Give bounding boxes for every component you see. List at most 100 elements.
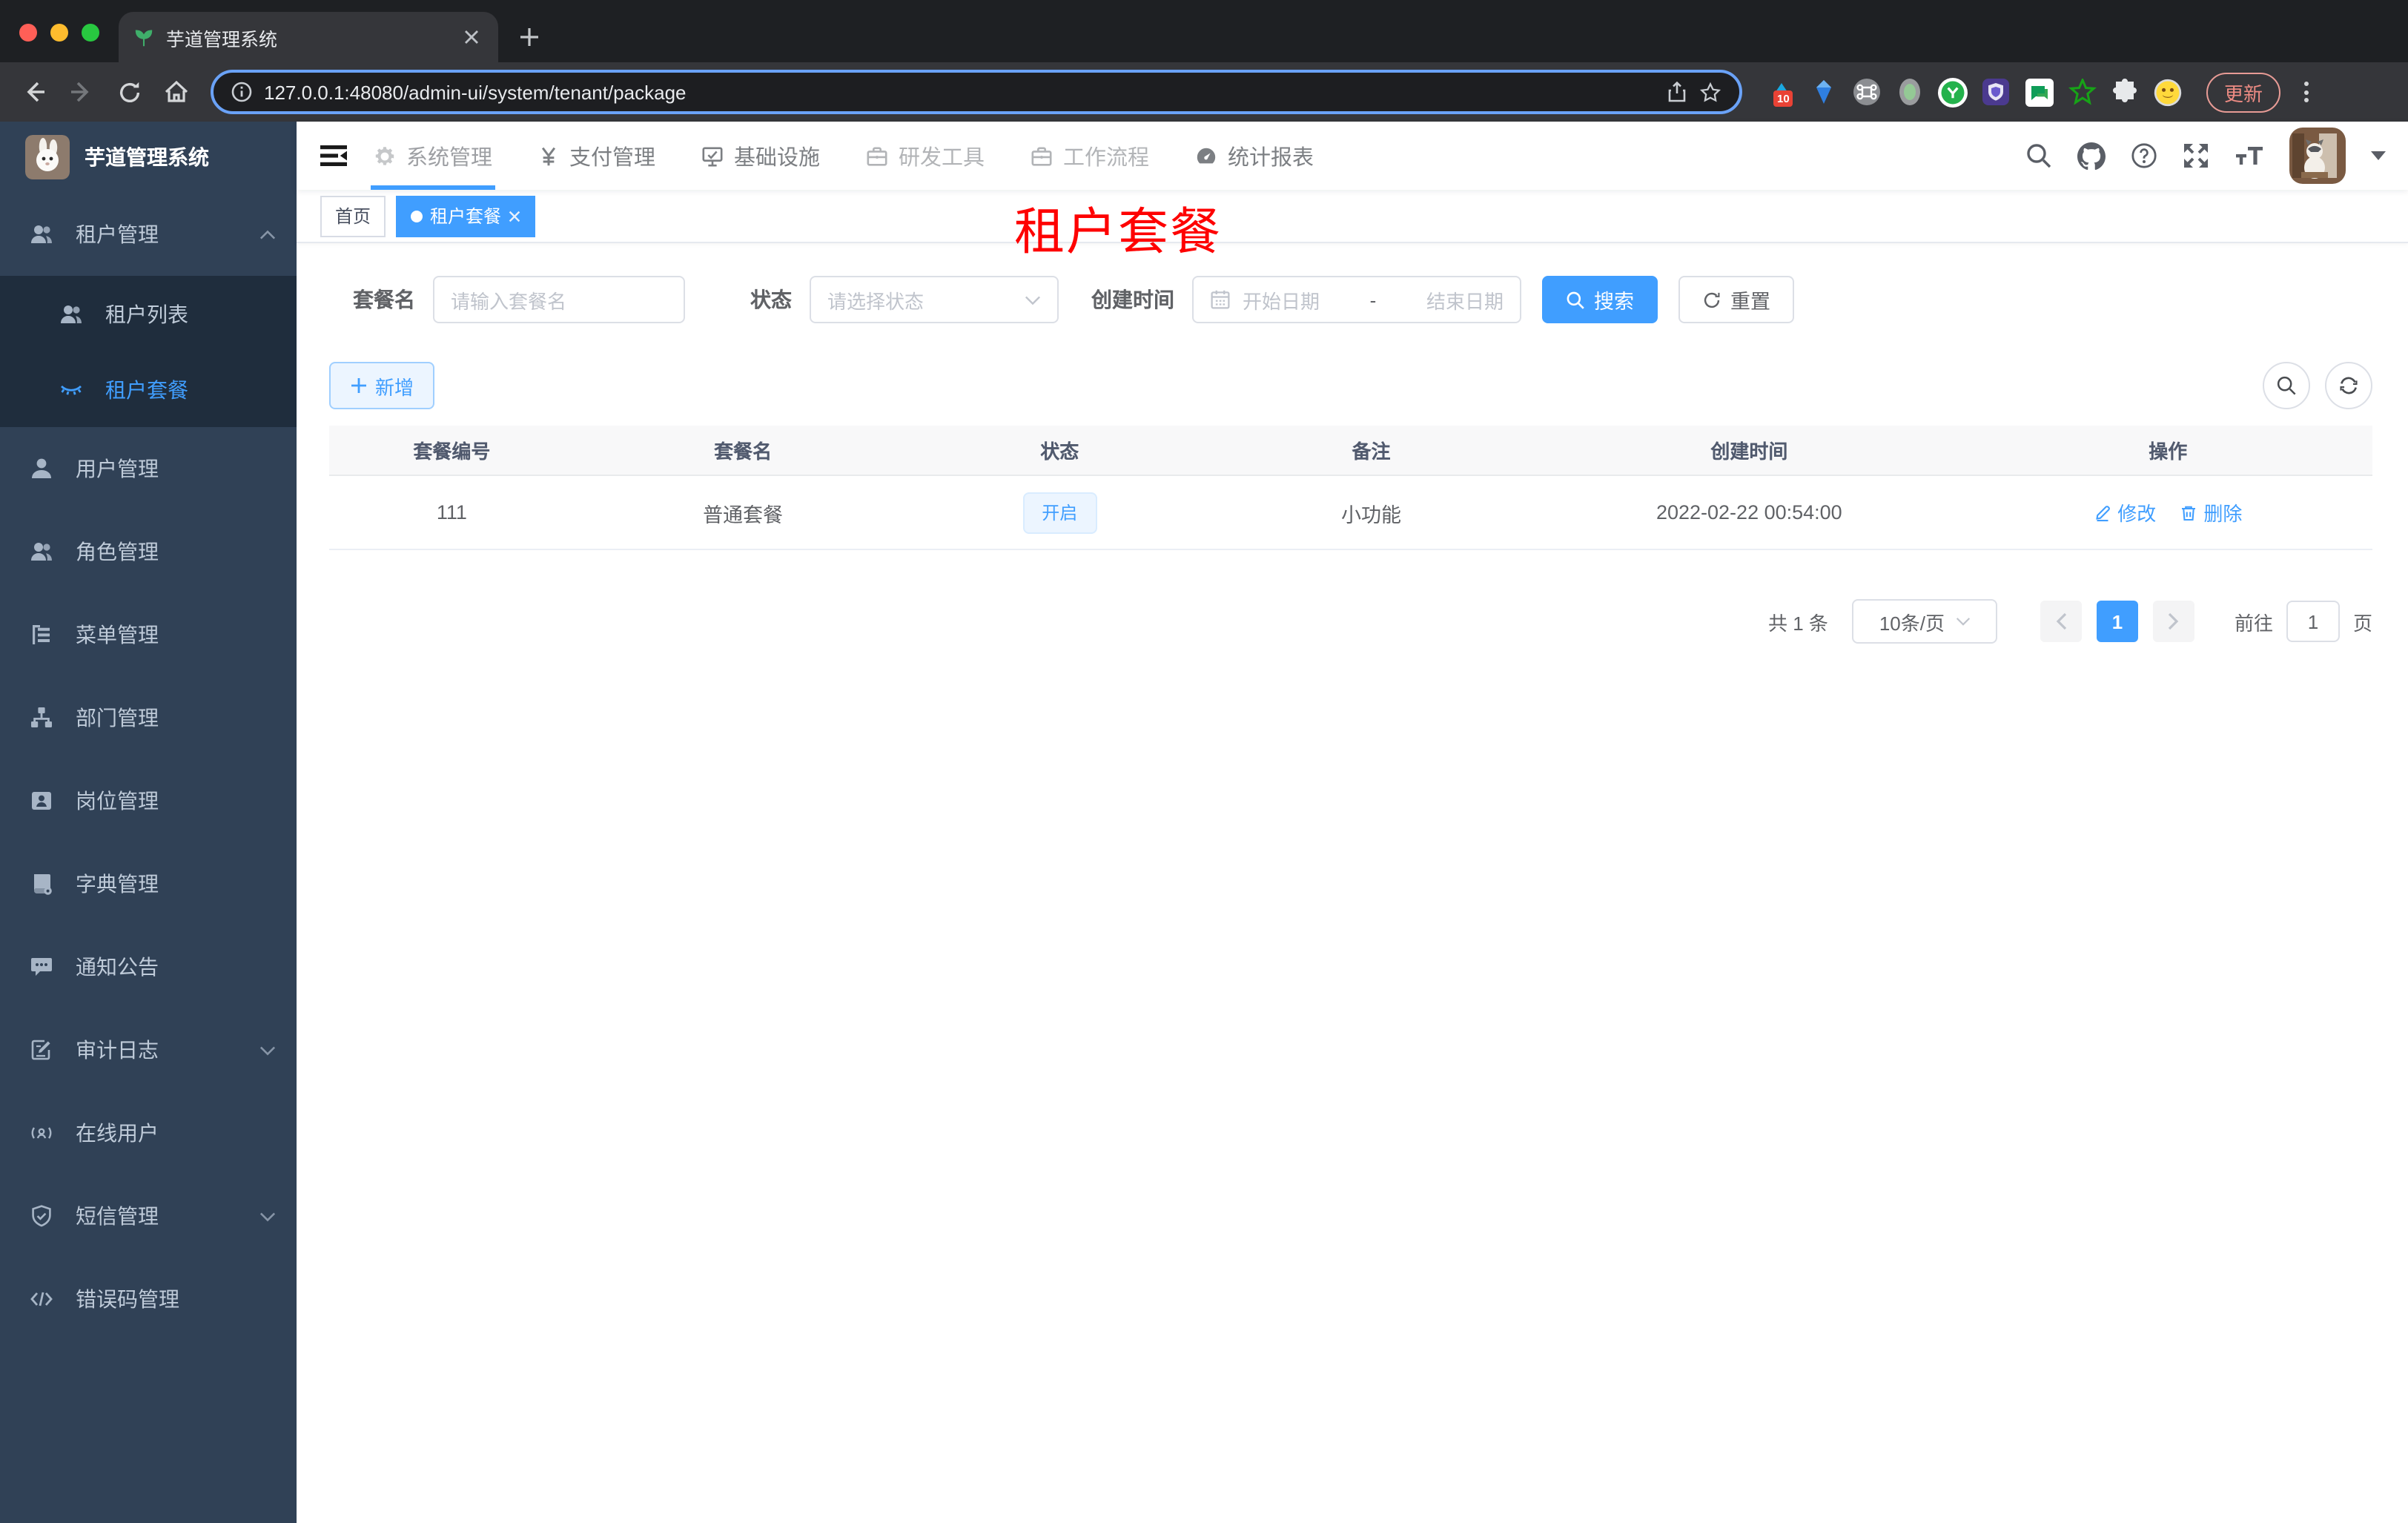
monitor-icon [701,145,724,167]
sidebar-item-post-management[interactable]: 岗位管理 [0,759,297,842]
sidebar-item-sms-management[interactable]: 短信管理 [0,1175,297,1258]
topnav-item-payment[interactable]: 支付管理 [535,122,658,190]
user-avatar[interactable] [2289,128,2346,184]
topnav-item-reports[interactable]: 统计报表 [1192,122,1317,190]
topnav-item-dev-tools[interactable]: 研发工具 [863,122,988,190]
close-window-button[interactable] [19,24,37,42]
topnav-item-infrastructure[interactable]: 基础设施 [698,122,823,190]
extension-puzzle-icon[interactable] [2110,77,2140,107]
url-bar[interactable]: 127.0.0.1:48080/admin-ui/system/tenant/p… [211,70,1742,114]
pagination-total: 共 1 条 [1768,612,1828,634]
chevron-down-icon [1955,617,1970,626]
extension-dot-icon[interactable] [1895,77,1925,107]
favicon-sprout-icon [133,27,154,47]
page-size-select[interactable]: 10条/页 [1851,599,1997,644]
sidebar-item-errorcode-management[interactable]: 错误码管理 [0,1258,297,1341]
prev-page-icon[interactable] [2040,601,2082,642]
forward-icon[interactable] [62,73,101,111]
date-end-placeholder: 结束日期 [1426,290,1504,312]
dict-icon [30,872,53,896]
table-toolbar: 新增 [329,362,2372,409]
extension-command-icon[interactable] [1852,77,1882,107]
sidebar-item-tenant-package[interactable]: 租户套餐 [0,351,297,427]
sidebar-submenu-tenant: 租户列表 租户套餐 [0,276,297,427]
page-info-icon[interactable] [231,82,252,102]
hamburger-icon[interactable] [317,139,350,172]
chevron-down-icon [1025,294,1041,305]
reload-icon[interactable] [110,73,148,111]
cell-actions: 修改 删除 [1964,498,2372,526]
extension-diamond-icon[interactable]: 10 [1766,77,1796,107]
search-button[interactable]: 搜索 [1542,276,1658,323]
browser-tab[interactable]: 芋道管理系统 [119,12,498,62]
sidebar-item-tenant-list[interactable]: 租户列表 [0,276,297,351]
zoom-window-button[interactable] [82,24,99,42]
minimize-window-button[interactable] [50,24,68,42]
extension-shield-icon[interactable] [1981,77,2011,107]
plus-icon [351,378,366,393]
extension-y-icon[interactable] [1938,77,1968,107]
peoples-icon [30,540,53,564]
date-range-picker[interactable]: 开始日期 - 结束日期 [1192,276,1521,323]
topnav-item-system[interactable]: 系统管理 [371,122,495,190]
bookmark-star-icon[interactable] [1699,81,1721,103]
extension-smiley-icon[interactable] [2153,77,2183,107]
extension-badge: 10 [1773,90,1793,107]
extension-gem-icon[interactable] [1809,77,1839,107]
sidebar-item-user-management[interactable]: 用户管理 [0,427,297,510]
dashboard-icon [1195,145,1217,167]
tag-close-icon[interactable] [509,210,520,222]
add-button[interactable]: 新增 [329,362,435,409]
refresh-table-icon[interactable] [2325,362,2372,409]
sidebar-item-dict-management[interactable]: 字典管理 [0,842,297,925]
chevron-down-icon [259,1211,276,1221]
extension-chat-icon[interactable] [2024,77,2054,107]
sidebar-item-role-management[interactable]: 角色管理 [0,510,297,593]
sidebar-item-tenant-management[interactable]: 租户管理 [0,193,297,276]
gear-icon [374,145,396,167]
package-name-input[interactable]: 请输入套餐名 [433,276,685,323]
peoples-icon [59,302,83,326]
tab-close-icon[interactable] [460,25,483,49]
font-size-icon[interactable] [2235,142,2264,169]
cell-name: 普通套餐 [703,503,784,526]
reset-button[interactable]: 重置 [1678,276,1794,323]
tag-tenant-package[interactable]: 租户套餐 [396,195,536,237]
top-navbar: 系统管理 支付管理 基础设施 研发工具 工作流程 统计报表 [297,122,2408,190]
share-icon[interactable] [1667,82,1687,102]
main-area: 系统管理 支付管理 基础设施 研发工具 工作流程 统计报表 首页 租户套餐 租户… [297,122,2408,1523]
back-icon[interactable] [15,73,53,111]
sidebar-logo[interactable]: 芋道管理系统 [0,122,297,193]
data-table: 套餐编号 套餐名 状态 备注 创建时间 操作 111 普通套餐 开启 小功能 2… [329,426,2372,550]
goto-page-input[interactable] [2286,601,2340,642]
avatar-caret-icon[interactable] [2371,151,2386,168]
new-tab-button[interactable] [510,18,549,56]
sidebar-item-dept-management[interactable]: 部门管理 [0,676,297,759]
delete-link[interactable]: 删除 [2180,498,2242,526]
sidebar-item-online-users[interactable]: 在线用户 [0,1091,297,1175]
filter-date-label: 创建时间 [1091,288,1174,311]
home-icon[interactable] [157,73,196,111]
sidebar-item-menu-management[interactable]: 菜单管理 [0,593,297,676]
current-page[interactable]: 1 [2096,601,2138,642]
help-icon[interactable] [2131,142,2157,169]
browser-menu-icon[interactable] [2295,76,2316,108]
url-text[interactable]: 127.0.0.1:48080/admin-ui/system/tenant/p… [264,81,1655,103]
active-tag-dot [411,210,423,222]
toggle-search-icon[interactable] [2263,362,2310,409]
col-header-actions: 操作 [2149,440,2188,463]
edit-link[interactable]: 修改 [2094,498,2156,526]
online-icon [30,1121,53,1145]
next-page-icon[interactable] [2152,601,2194,642]
tag-home[interactable]: 首页 [320,195,386,237]
sidebar-item-audit-log[interactable]: 审计日志 [0,1008,297,1091]
topnav-item-workflow[interactable]: 工作流程 [1028,122,1152,190]
sidebar-item-notice[interactable]: 通知公告 [0,925,297,1008]
fullscreen-icon[interactable] [2183,142,2209,169]
chevron-up-icon [259,229,276,239]
status-select[interactable]: 请选择状态 [810,276,1059,323]
browser-update-button[interactable]: 更新 [2206,72,2281,112]
github-icon[interactable] [2077,142,2106,170]
search-icon[interactable] [2025,142,2052,169]
extension-star-icon[interactable] [2067,77,2097,107]
